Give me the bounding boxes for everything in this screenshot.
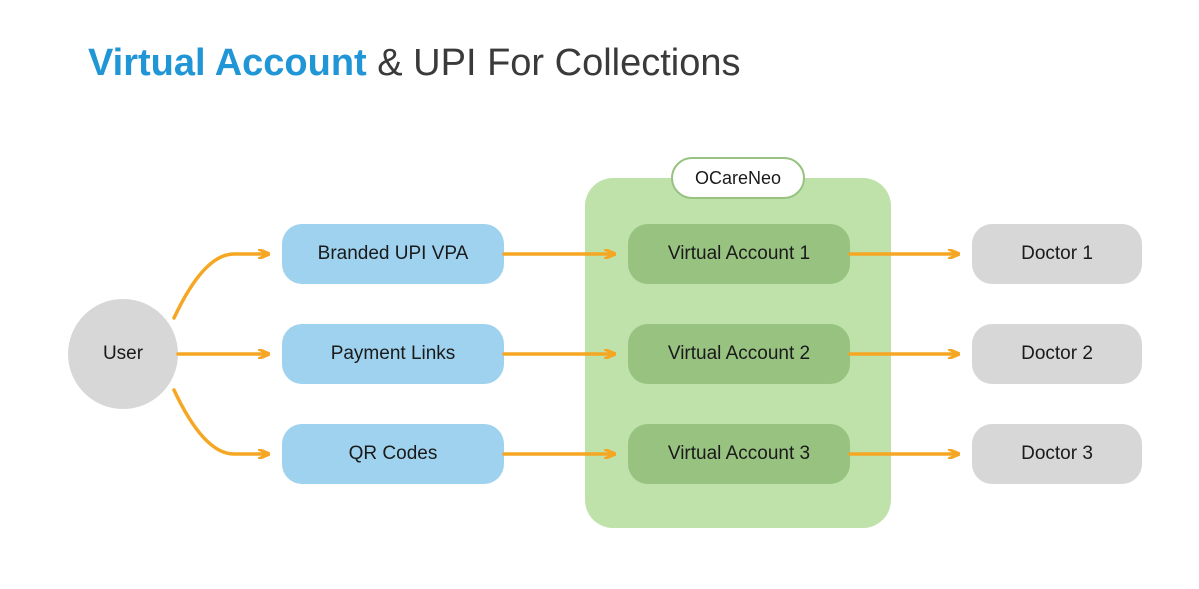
method-label-0: Branded UPI VPA [318, 243, 469, 265]
recipient-label-2: Doctor 3 [1021, 443, 1093, 465]
account-label-0: Virtual Account 1 [668, 243, 810, 265]
account-label-1: Virtual Account 2 [668, 343, 810, 365]
user-node: User [68, 299, 178, 409]
method-label-2: QR Codes [349, 443, 438, 465]
user-label: User [103, 343, 143, 365]
recipient-label-0: Doctor 1 [1021, 243, 1093, 265]
recipient-box-2: Doctor 3 [972, 424, 1142, 484]
method-box-0: Branded UPI VPA [282, 224, 504, 284]
account-label-2: Virtual Account 3 [668, 443, 810, 465]
method-box-2: QR Codes [282, 424, 504, 484]
method-label-1: Payment Links [331, 343, 456, 365]
diagram-canvas: OCareNeo User Branded UPI VPA Virtual Acc… [0, 0, 1199, 589]
ocareneo-badge: OCareNeo [671, 157, 805, 199]
recipient-box-0: Doctor 1 [972, 224, 1142, 284]
method-box-1: Payment Links [282, 324, 504, 384]
account-box-0: Virtual Account 1 [628, 224, 850, 284]
recipient-label-1: Doctor 2 [1021, 343, 1093, 365]
ocareneo-label: OCareNeo [695, 168, 781, 189]
account-box-1: Virtual Account 2 [628, 324, 850, 384]
recipient-box-1: Doctor 2 [972, 324, 1142, 384]
account-box-2: Virtual Account 3 [628, 424, 850, 484]
